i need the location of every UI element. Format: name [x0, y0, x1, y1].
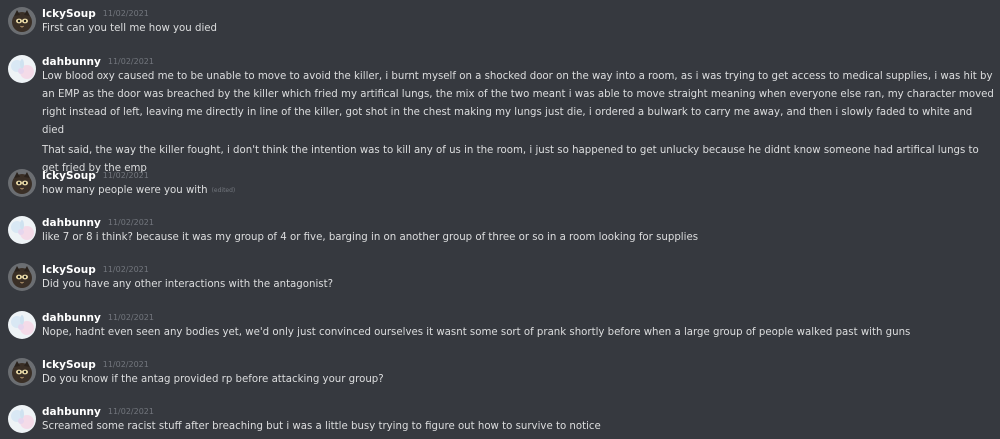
username[interactable]: dahbunny [42, 312, 101, 324]
timestamp[interactable]: 11/02/2021 [103, 171, 149, 180]
message-text: Did you have any other interactions with… [42, 279, 334, 290]
message-header: dahbunny 11/02/2021 [42, 213, 154, 229]
message-text: like 7 or 8 i think? because it was my g… [42, 232, 699, 243]
message-header: IckySoup 11/02/2021 [42, 4, 149, 20]
username[interactable]: dahbunny [42, 217, 101, 229]
pastel-bunny-avatar-icon[interactable] [8, 216, 36, 244]
username[interactable]: dahbunny [42, 406, 101, 418]
message-header: IckySoup 11/02/2021 [42, 355, 149, 371]
message-body: Nope, hadnt even seen any bodies yet, we… [42, 324, 994, 342]
message-body: First can you tell me how you died [42, 20, 994, 38]
message-list: IckySoup 11/02/2021 First can you tell me… [0, 0, 1000, 439]
pastel-bunny-avatar-icon[interactable] [8, 311, 36, 339]
dark-cat-avatar-icon[interactable] [8, 358, 36, 386]
pastel-bunny-avatar-icon[interactable] [8, 405, 36, 433]
message-body: Low blood oxy caused me to be unable to … [42, 68, 994, 178]
message-text: how many people were you with (edited) [42, 182, 994, 200]
message-text: Low blood oxy caused me to be unable to … [42, 71, 994, 136]
message-text: Do you know if the antag provided rp bef… [42, 374, 384, 385]
timestamp[interactable]: 11/02/2021 [108, 313, 154, 322]
message-body: Do you know if the antag provided rp bef… [42, 371, 994, 389]
username[interactable]: IckySoup [42, 170, 96, 182]
message-body: Screamed some racist stuff after breachi… [42, 418, 994, 436]
message-text-content: how many people were you with [42, 185, 208, 196]
timestamp[interactable]: 11/02/2021 [108, 218, 154, 227]
dark-cat-avatar-icon[interactable] [8, 263, 36, 291]
username[interactable]: IckySoup [42, 264, 96, 276]
message-text: Screamed some racist stuff after breachi… [42, 421, 601, 432]
timestamp[interactable]: 11/02/2021 [103, 9, 149, 18]
username[interactable]: dahbunny [42, 56, 101, 68]
message-header: dahbunny 11/02/2021 [42, 402, 154, 418]
edited-marker: (edited) [211, 187, 236, 194]
timestamp[interactable]: 11/02/2021 [103, 265, 149, 274]
message-text: First can you tell me how you died [42, 23, 218, 34]
dark-cat-avatar-icon[interactable] [8, 7, 36, 35]
timestamp[interactable]: 11/02/2021 [108, 57, 154, 66]
message-header: dahbunny 11/02/2021 [42, 308, 154, 324]
dark-cat-avatar-icon[interactable] [8, 169, 36, 197]
message-body: Did you have any other interactions with… [42, 276, 994, 294]
message-text: Nope, hadnt even seen any bodies yet, we… [42, 327, 911, 338]
timestamp[interactable]: 11/02/2021 [108, 407, 154, 416]
message-body: like 7 or 8 i think? because it was my g… [42, 229, 994, 247]
username[interactable]: IckySoup [42, 8, 96, 20]
pastel-bunny-avatar-icon[interactable] [8, 55, 36, 83]
message-header: dahbunny 11/02/2021 [42, 52, 154, 68]
timestamp[interactable]: 11/02/2021 [103, 360, 149, 369]
message-header: IckySoup 11/02/2021 [42, 166, 149, 182]
username[interactable]: IckySoup [42, 359, 96, 371]
message-text: That said, the way the killer fought, i … [42, 145, 979, 174]
message-body: how many people were you with (edited) [42, 182, 994, 200]
message-header: IckySoup 11/02/2021 [42, 260, 149, 276]
